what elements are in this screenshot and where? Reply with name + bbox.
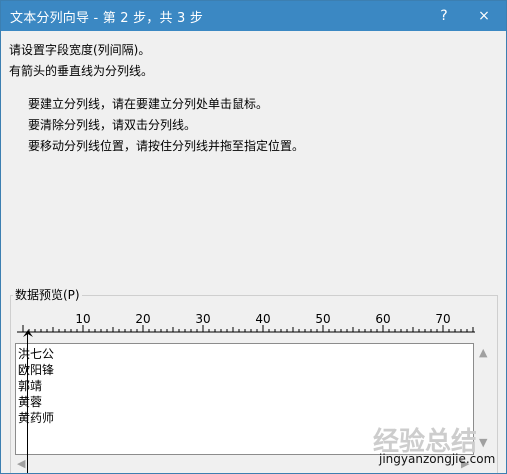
preview-row: 欧阳锋	[18, 363, 55, 377]
column-break-line[interactable]	[27, 333, 28, 473]
instruction-clear: 要清除分列线，请双击分列线。	[28, 118, 197, 132]
vertical-scrollbar[interactable]: ▲ ▼	[475, 343, 492, 455]
preview-row: 黄蓉	[18, 395, 43, 409]
instruction-line-2: 有箭头的垂直线为分列线。	[9, 64, 154, 78]
title-bar: 文本分列向导 - 第 2 步，共 3 步 ? ×	[1, 1, 506, 31]
help-button[interactable]: ?	[426, 1, 462, 31]
preview-row: 洪七公	[18, 347, 55, 361]
instruction-line-1: 请设置字段宽度(列间隔)。	[9, 43, 151, 57]
instruction-move: 要移动分列线位置，请按住分列线并拖至指定位置。	[28, 139, 305, 153]
instruction-create: 要建立分列线，请在要建立分列处单击鼠标。	[28, 97, 269, 111]
scroll-left-arrow-icon[interactable]: ◀	[17, 458, 25, 469]
column-ruler[interactable]: 10 20 30 40 50 60 70	[15, 313, 479, 335]
ruler-tick-label: 10	[75, 313, 90, 326]
ruler-tick-label: 50	[315, 313, 330, 326]
close-button[interactable]: ×	[466, 1, 502, 31]
column-break-arrow-icon[interactable]	[22, 330, 34, 338]
dialog-title: 文本分列向导 - 第 2 步，共 3 步	[10, 11, 204, 26]
scroll-up-arrow-icon[interactable]: ▲	[479, 347, 487, 358]
watermark-url: jingyanzongjie.com	[379, 452, 496, 466]
preview-row: 郭靖	[18, 379, 43, 393]
data-preview-label: 数据预览(P)	[13, 287, 82, 303]
preview-row: 黄药师	[18, 411, 55, 425]
ruler-tick-label: 30	[195, 313, 210, 326]
ruler-tick-label: 70	[435, 313, 450, 326]
ruler-tick-label: 60	[375, 313, 390, 326]
scroll-down-arrow-icon[interactable]: ▼	[479, 437, 487, 448]
ruler-tick-label: 20	[135, 313, 150, 326]
ruler-tick-label: 40	[255, 313, 270, 326]
text-to-columns-dialog: 文本分列向导 - 第 2 步，共 3 步 ? × 请设置字段宽度(列间隔)。 有…	[0, 0, 507, 474]
